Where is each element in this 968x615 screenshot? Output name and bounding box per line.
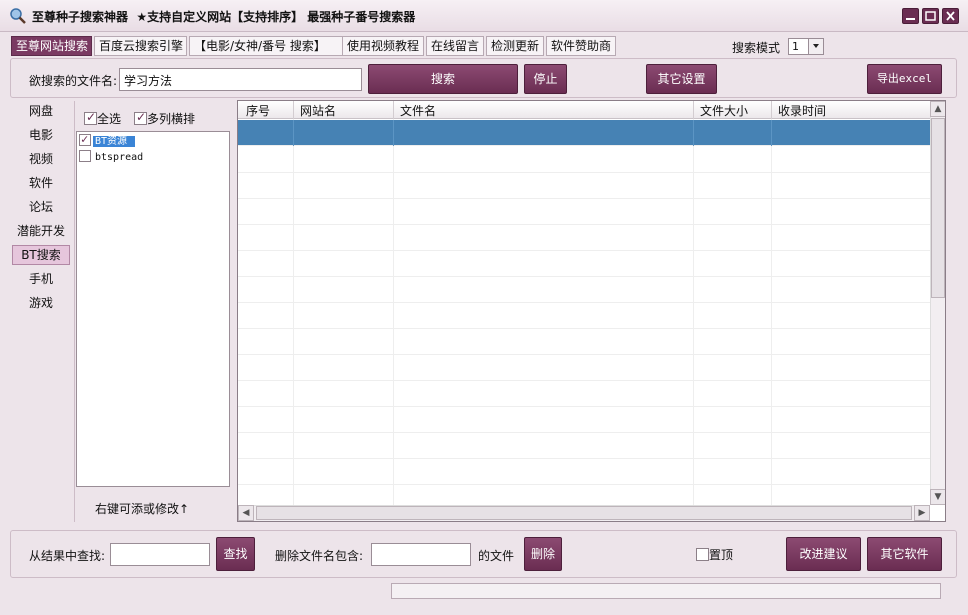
- search-mode-select[interactable]: 1: [788, 38, 824, 55]
- table-row[interactable]: [238, 173, 930, 199]
- tab-site-search[interactable]: 至尊网站搜索: [11, 36, 92, 56]
- tab-check-update[interactable]: 检测更新: [486, 36, 544, 56]
- table-row[interactable]: [238, 120, 930, 146]
- table-row[interactable]: [238, 251, 930, 277]
- scroll-left-icon[interactable]: ◀: [238, 505, 254, 521]
- horizontal-scroll-thumb[interactable]: [256, 506, 912, 520]
- table-row[interactable]: [238, 381, 930, 407]
- results-table[interactable]: 序号 网站名 文件名 文件大小 收录时间 ▲ ▼ ◀ ▶: [237, 100, 946, 522]
- maximize-icon[interactable]: [922, 8, 939, 24]
- column-gridline: [771, 119, 772, 505]
- select-all-checkbox[interactable]: 全选: [84, 110, 121, 127]
- scroll-right-icon[interactable]: ▶: [914, 505, 930, 521]
- site-name: BT资源: [93, 136, 135, 147]
- multi-column-label: 多列横排: [147, 112, 195, 126]
- export-excel-button[interactable]: 导出excel: [867, 64, 942, 94]
- checkbox-checked-icon: [84, 112, 97, 125]
- delete-filter-label: 删除文件名包含:: [275, 547, 363, 564]
- topmost-checkbox[interactable]: 置顶: [696, 546, 733, 563]
- table-row[interactable]: [238, 303, 930, 329]
- tab-baidu-cloud[interactable]: 百度云搜索引擎: [94, 36, 187, 56]
- search-mode-value: 1: [792, 40, 799, 53]
- column-divider: [771, 101, 772, 119]
- column-header-index[interactable]: 序号: [246, 102, 270, 119]
- filename-label: 欲搜索的文件名:: [29, 72, 117, 89]
- table-row[interactable]: [238, 147, 930, 173]
- site-item[interactable]: BT资源: [79, 134, 135, 148]
- window-title: 至尊种子搜索神器 ★支持自定义网站【支持排序】 最强种子番号搜索器: [32, 8, 415, 25]
- tab-online-message[interactable]: 在线留言: [426, 36, 484, 56]
- scroll-down-icon[interactable]: ▼: [930, 489, 946, 505]
- table-header: 序号 网站名 文件名 文件大小 收录时间: [238, 101, 930, 119]
- checkbox-unchecked-icon: [696, 548, 709, 561]
- column-header-site[interactable]: 网站名: [300, 102, 336, 119]
- right-click-hint: 右键可添或修改↑: [95, 500, 189, 517]
- find-in-results-label: 从结果中查找:: [29, 547, 105, 564]
- column-gridline: [393, 119, 394, 505]
- table-row[interactable]: [238, 355, 930, 381]
- filename-input[interactable]: 学习方法: [119, 68, 362, 91]
- category-software[interactable]: 软件: [12, 173, 70, 193]
- table-row[interactable]: [238, 459, 930, 485]
- close-icon[interactable]: [942, 8, 959, 24]
- column-gridline: [293, 119, 294, 505]
- topmost-label: 置顶: [709, 548, 733, 562]
- selected-row-gridline: [693, 120, 694, 146]
- chevron-down-icon[interactable]: [808, 39, 823, 54]
- selected-row-gridline: [771, 120, 772, 146]
- category-video[interactable]: 视频: [12, 149, 70, 169]
- tab-video-tutorial[interactable]: 使用视频教程: [342, 36, 424, 56]
- checkbox-checked-icon[interactable]: [79, 134, 91, 146]
- app-magnifier-icon: [9, 7, 27, 25]
- column-divider: [293, 101, 294, 119]
- select-all-label: 全选: [97, 112, 121, 126]
- scroll-up-icon[interactable]: ▲: [930, 101, 946, 117]
- column-divider: [393, 101, 394, 119]
- site-name: btspread: [93, 152, 145, 163]
- column-divider: [693, 101, 694, 119]
- column-header-size[interactable]: 文件大小: [700, 102, 748, 119]
- category-forum[interactable]: 论坛: [12, 197, 70, 217]
- site-list[interactable]: BT资源 btspread: [76, 131, 230, 487]
- selected-row-gridline: [293, 120, 294, 146]
- site-item[interactable]: btspread: [79, 150, 145, 164]
- table-row[interactable]: [238, 225, 930, 251]
- minimize-icon[interactable]: [902, 8, 919, 24]
- table-row[interactable]: [238, 277, 930, 303]
- find-in-results-input[interactable]: [110, 543, 210, 566]
- divider: [74, 101, 75, 522]
- search-button[interactable]: 搜索: [368, 64, 518, 94]
- file-suffix-label: 的文件: [478, 547, 514, 564]
- vertical-scroll-thumb[interactable]: [931, 118, 945, 298]
- stop-button[interactable]: 停止: [524, 64, 567, 94]
- tab-movie-search[interactable]: 【电影/女神/番号 搜索】: [189, 36, 351, 56]
- category-netdisk[interactable]: 网盘: [12, 101, 70, 121]
- category-movie[interactable]: 电影: [12, 125, 70, 145]
- category-mobile[interactable]: 手机: [12, 269, 70, 289]
- title-bar: 至尊种子搜索神器 ★支持自定义网站【支持排序】 最强种子番号搜索器: [0, 0, 968, 32]
- status-bar: [391, 583, 941, 599]
- checkbox-checked-icon: [134, 112, 147, 125]
- search-mode-label: 搜索模式: [732, 39, 780, 56]
- column-header-filename[interactable]: 文件名: [400, 102, 436, 119]
- checkbox-unchecked-icon[interactable]: [79, 150, 91, 162]
- delete-button[interactable]: 删除: [524, 537, 562, 571]
- column-gridline: [693, 119, 694, 505]
- tab-sponsor[interactable]: 软件赞助商: [546, 36, 616, 56]
- delete-filter-input[interactable]: [371, 543, 471, 566]
- table-row[interactable]: [238, 433, 930, 459]
- category-game[interactable]: 游戏: [12, 293, 70, 313]
- category-bt-search[interactable]: BT搜索: [12, 245, 70, 265]
- find-button[interactable]: 查找: [216, 537, 255, 571]
- category-potential[interactable]: 潜能开发: [12, 221, 70, 241]
- table-row[interactable]: [238, 199, 930, 225]
- multi-column-checkbox[interactable]: 多列横排: [134, 110, 195, 127]
- other-software-button[interactable]: 其它软件: [867, 537, 942, 571]
- table-row[interactable]: [238, 329, 930, 355]
- column-header-time[interactable]: 收录时间: [778, 102, 826, 119]
- suggest-button[interactable]: 改进建议: [786, 537, 861, 571]
- table-row[interactable]: [238, 407, 930, 433]
- other-settings-button[interactable]: 其它设置: [646, 64, 717, 94]
- selected-row-gridline: [393, 120, 394, 146]
